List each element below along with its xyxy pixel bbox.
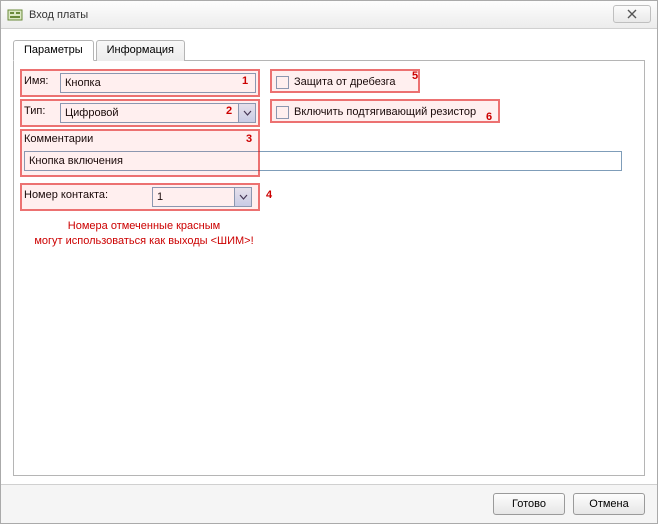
titlebar: Вход платы [1, 1, 657, 29]
pullup-label: Включить подтягивающий резистор [294, 106, 476, 118]
tab-label: Параметры [24, 44, 83, 56]
chevron-down-icon [243, 110, 252, 116]
contact-label: Номер контакта: [24, 189, 108, 201]
dropdown-button[interactable] [234, 188, 251, 206]
debounce-label: Защита от дребезга [294, 76, 396, 88]
name-input[interactable] [60, 73, 256, 93]
name-label: Имя: [24, 75, 48, 87]
pwm-note: Номера отмеченные красным могут использо… [24, 219, 264, 249]
button-bar: Готово Отмена [1, 484, 657, 523]
dialog-window: Вход платы Параметры Информация Имя: 1 [0, 0, 658, 524]
window-title: Вход платы [29, 9, 88, 21]
cancel-button[interactable]: Отмена [573, 493, 645, 515]
dropdown-button[interactable] [238, 104, 255, 122]
annotation-6: 6 [486, 111, 492, 123]
type-value: Цифровой [61, 107, 238, 119]
dialog-body: Параметры Информация Имя: 1 Защита от др… [1, 29, 657, 484]
ok-button[interactable]: Готово [493, 493, 565, 515]
close-button[interactable] [613, 5, 651, 23]
note-line-2: могут использоваться как выходы <ШИМ>! [24, 234, 264, 249]
button-label: Готово [512, 498, 546, 510]
tabstrip: Параметры Информация [13, 39, 645, 61]
annotation-3: 3 [246, 133, 252, 145]
chevron-down-icon [239, 194, 248, 200]
comments-label: Комментарии [24, 133, 93, 145]
tab-information[interactable]: Информация [96, 40, 185, 61]
type-label: Тип: [24, 105, 45, 117]
tab-parameters[interactable]: Параметры [13, 40, 94, 61]
type-select[interactable]: Цифровой [60, 103, 256, 123]
app-icon [7, 7, 23, 23]
annotation-5: 5 [412, 70, 418, 82]
pullup-checkbox[interactable] [276, 106, 289, 119]
button-label: Отмена [589, 498, 628, 510]
note-line-1: Номера отмеченные красным [24, 219, 264, 234]
tab-page-parameters: Имя: 1 Защита от дребезга 5 Тип: Цифрово… [13, 60, 645, 476]
contact-value: 1 [153, 191, 234, 203]
debounce-checkbox[interactable] [276, 76, 289, 89]
tab-label: Информация [107, 44, 174, 56]
annotation-4: 4 [266, 189, 272, 201]
comments-input[interactable] [24, 151, 622, 171]
contact-select[interactable]: 1 [152, 187, 252, 207]
